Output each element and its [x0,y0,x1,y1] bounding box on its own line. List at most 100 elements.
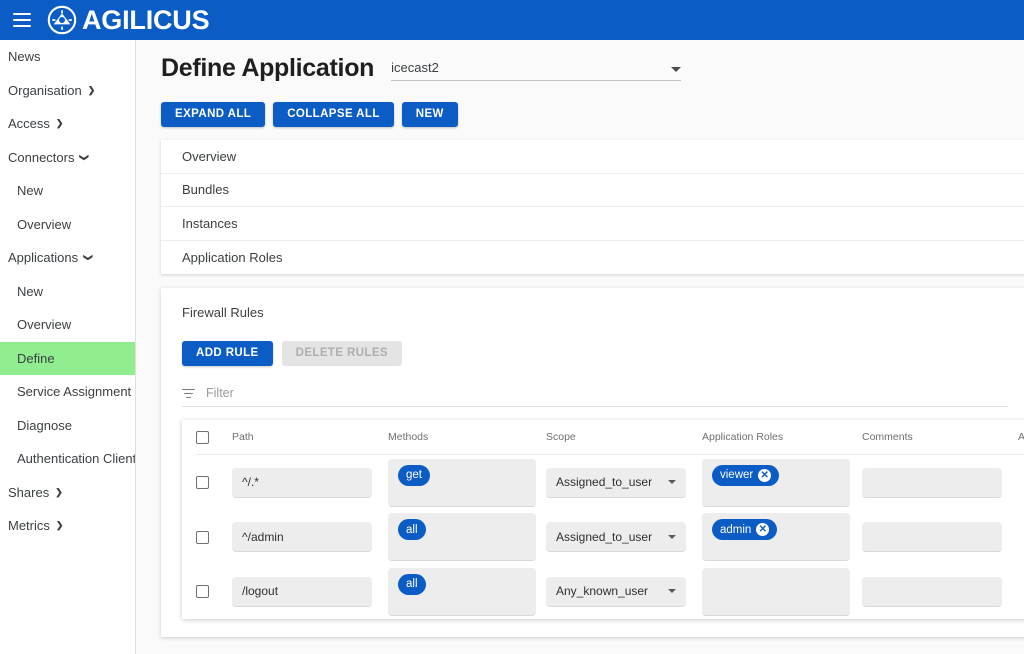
sidebar-item-label: Service Assignment [17,384,131,399]
hamburger-icon[interactable] [13,13,31,27]
scope-select[interactable]: Assigned_to_user [546,522,686,552]
row-select-cell [196,585,232,598]
table-header-row: PathMethodsScopeApplication RolesComment… [196,420,1024,455]
accordion-section-label: Bundles [182,182,229,197]
application-roles-select[interactable]: viewer ✕ [702,459,850,507]
method-chip[interactable]: all [398,519,426,540]
comments-cell [862,522,1018,552]
column-header-methods[interactable]: Methods [388,431,546,443]
expand-all-button[interactable]: EXPAND ALL [161,102,265,127]
sidebar-item-label: News [8,49,41,64]
column-header-scope[interactable]: Scope [546,431,702,443]
role-chip-label: viewer [720,469,753,481]
sidebar-item-overview[interactable]: Overview [0,308,135,342]
sidebar-item-shares[interactable]: Shares [0,476,135,510]
sidebar-item-label: Diagnose [17,418,72,433]
application-roles-cell: admin✕ [702,513,862,561]
sidebar-item-label: Overview [17,317,71,332]
agilicus-logo-icon [47,5,77,35]
sidebar-item-define[interactable]: Define [0,342,135,376]
methods-select[interactable]: all [388,568,536,616]
sidebar-item-new[interactable]: New [0,174,135,208]
accordion-section-overview[interactable]: Overview [161,140,1024,174]
column-header-comments[interactable]: Comments [862,431,1018,443]
method-chip[interactable]: get [398,465,430,486]
role-chip[interactable]: admin✕ [712,519,777,540]
path-cell: ^/admin [232,522,388,552]
comments-input[interactable] [862,522,1002,552]
column-header-path[interactable]: Path [232,431,388,443]
sidebar-item-authentication-clients[interactable]: Authentication Clients [0,442,135,476]
scope-cell: Assigned_to_user [546,468,702,498]
accordion-section-bundles[interactable]: Bundles [161,174,1024,208]
chevron-down-icon [671,67,681,72]
new-button[interactable]: NEW [402,102,458,127]
sidebar-item-access[interactable]: Access [0,107,135,141]
application-roles-select[interactable]: admin✕ [702,513,850,561]
row-select-cell [196,476,232,489]
chevron-down-icon [668,535,676,539]
comments-input[interactable] [862,577,1002,607]
remove-role-icon[interactable]: ✕ [758,469,771,482]
sidebar-item-overview[interactable]: Overview [0,208,135,242]
path-input[interactable]: /logout [232,577,372,607]
accordion-section-label: Application Roles [182,250,282,265]
method-chip-label: get [406,469,422,481]
add-rule-button[interactable]: ADD RULE [182,341,273,366]
path-input[interactable]: ^/.* [232,468,372,498]
accordion-card: Overview Bundles Instances Application Role… [161,140,1024,274]
accordion-section-instances[interactable]: Instances [161,207,1024,241]
table-body: ^/.* get Assigned_to_user viewer ✕ ^/admin all… [196,455,1024,619]
filter-row[interactable]: Filter [182,386,1008,407]
column-header-application-roles[interactable]: Application Roles [702,431,862,443]
row-select-checkbox[interactable] [196,476,209,489]
accordion-section-application-roles[interactable]: Application Roles [161,241,1024,275]
methods-select[interactable]: all [388,513,536,561]
table-row: /logout all Any_known_user [196,564,1024,619]
sidebar-item-connectors[interactable]: Connectors [0,141,135,175]
application-roles-cell [702,568,862,616]
row-select-checkbox[interactable] [196,585,209,598]
sidebar-item-label: New [17,183,43,198]
method-chip[interactable]: all [398,574,426,595]
chevron-down-icon [668,480,676,484]
sidebar-item-label: Overview [17,217,71,232]
brand[interactable]: AGILICUS [47,5,209,35]
chevron-right-icon [56,520,64,531]
scope-select[interactable]: Assigned_to_user [546,468,686,498]
select-all-checkbox[interactable] [196,431,209,444]
sidebar-item-organisation[interactable]: Organisation [0,74,135,108]
filter-input[interactable]: Filter [206,386,234,400]
row-select-checkbox[interactable] [196,531,209,544]
methods-select[interactable]: get [388,459,536,507]
firewall-rules-title: Firewall Rules [182,305,1024,320]
sidebar-item-diagnose[interactable]: Diagnose [0,409,135,443]
chevron-down-icon [80,152,88,163]
page-title: Define Application [161,56,374,81]
page-toolbar: EXPAND ALL COLLAPSE ALL NEW [136,81,1024,127]
table-row: ^/.* get Assigned_to_user viewer ✕ [196,455,1024,510]
path-input[interactable]: ^/admin [232,522,372,552]
comments-cell [862,468,1018,498]
application-select-value: icecast2 [391,60,439,75]
sidebar-item-new[interactable]: New [0,275,135,309]
collapse-all-button[interactable]: COLLAPSE ALL [273,102,394,127]
sidebar-item-service-assignment[interactable]: Service Assignment [0,375,135,409]
method-chip-label: all [406,578,418,590]
sidebar-item-label: Authentication Clients [17,451,136,466]
filter-icon [182,388,195,399]
sidebar-item-applications[interactable]: Applications [0,241,135,275]
accordion-section-label: Instances [182,216,238,231]
application-roles-select[interactable] [702,568,850,616]
scope-select-value: Any_known_user [556,584,648,598]
application-select[interactable]: icecast2 [391,60,681,81]
table-row: ^/admin all Assigned_to_user admin✕ [196,510,1024,565]
role-chip[interactable]: viewer ✕ [712,465,779,486]
sidebar-item-news[interactable]: News [0,40,135,74]
column-header-actions[interactable]: Actions [1018,431,1024,443]
remove-role-icon[interactable]: ✕ [756,523,769,536]
comments-input[interactable] [862,468,1002,498]
scope-select[interactable]: Any_known_user [546,577,686,607]
firewall-rules-card: Firewall Rules ADD RULE DELETE RULES Fil… [161,288,1024,637]
sidebar-item-metrics[interactable]: Metrics [0,509,135,543]
